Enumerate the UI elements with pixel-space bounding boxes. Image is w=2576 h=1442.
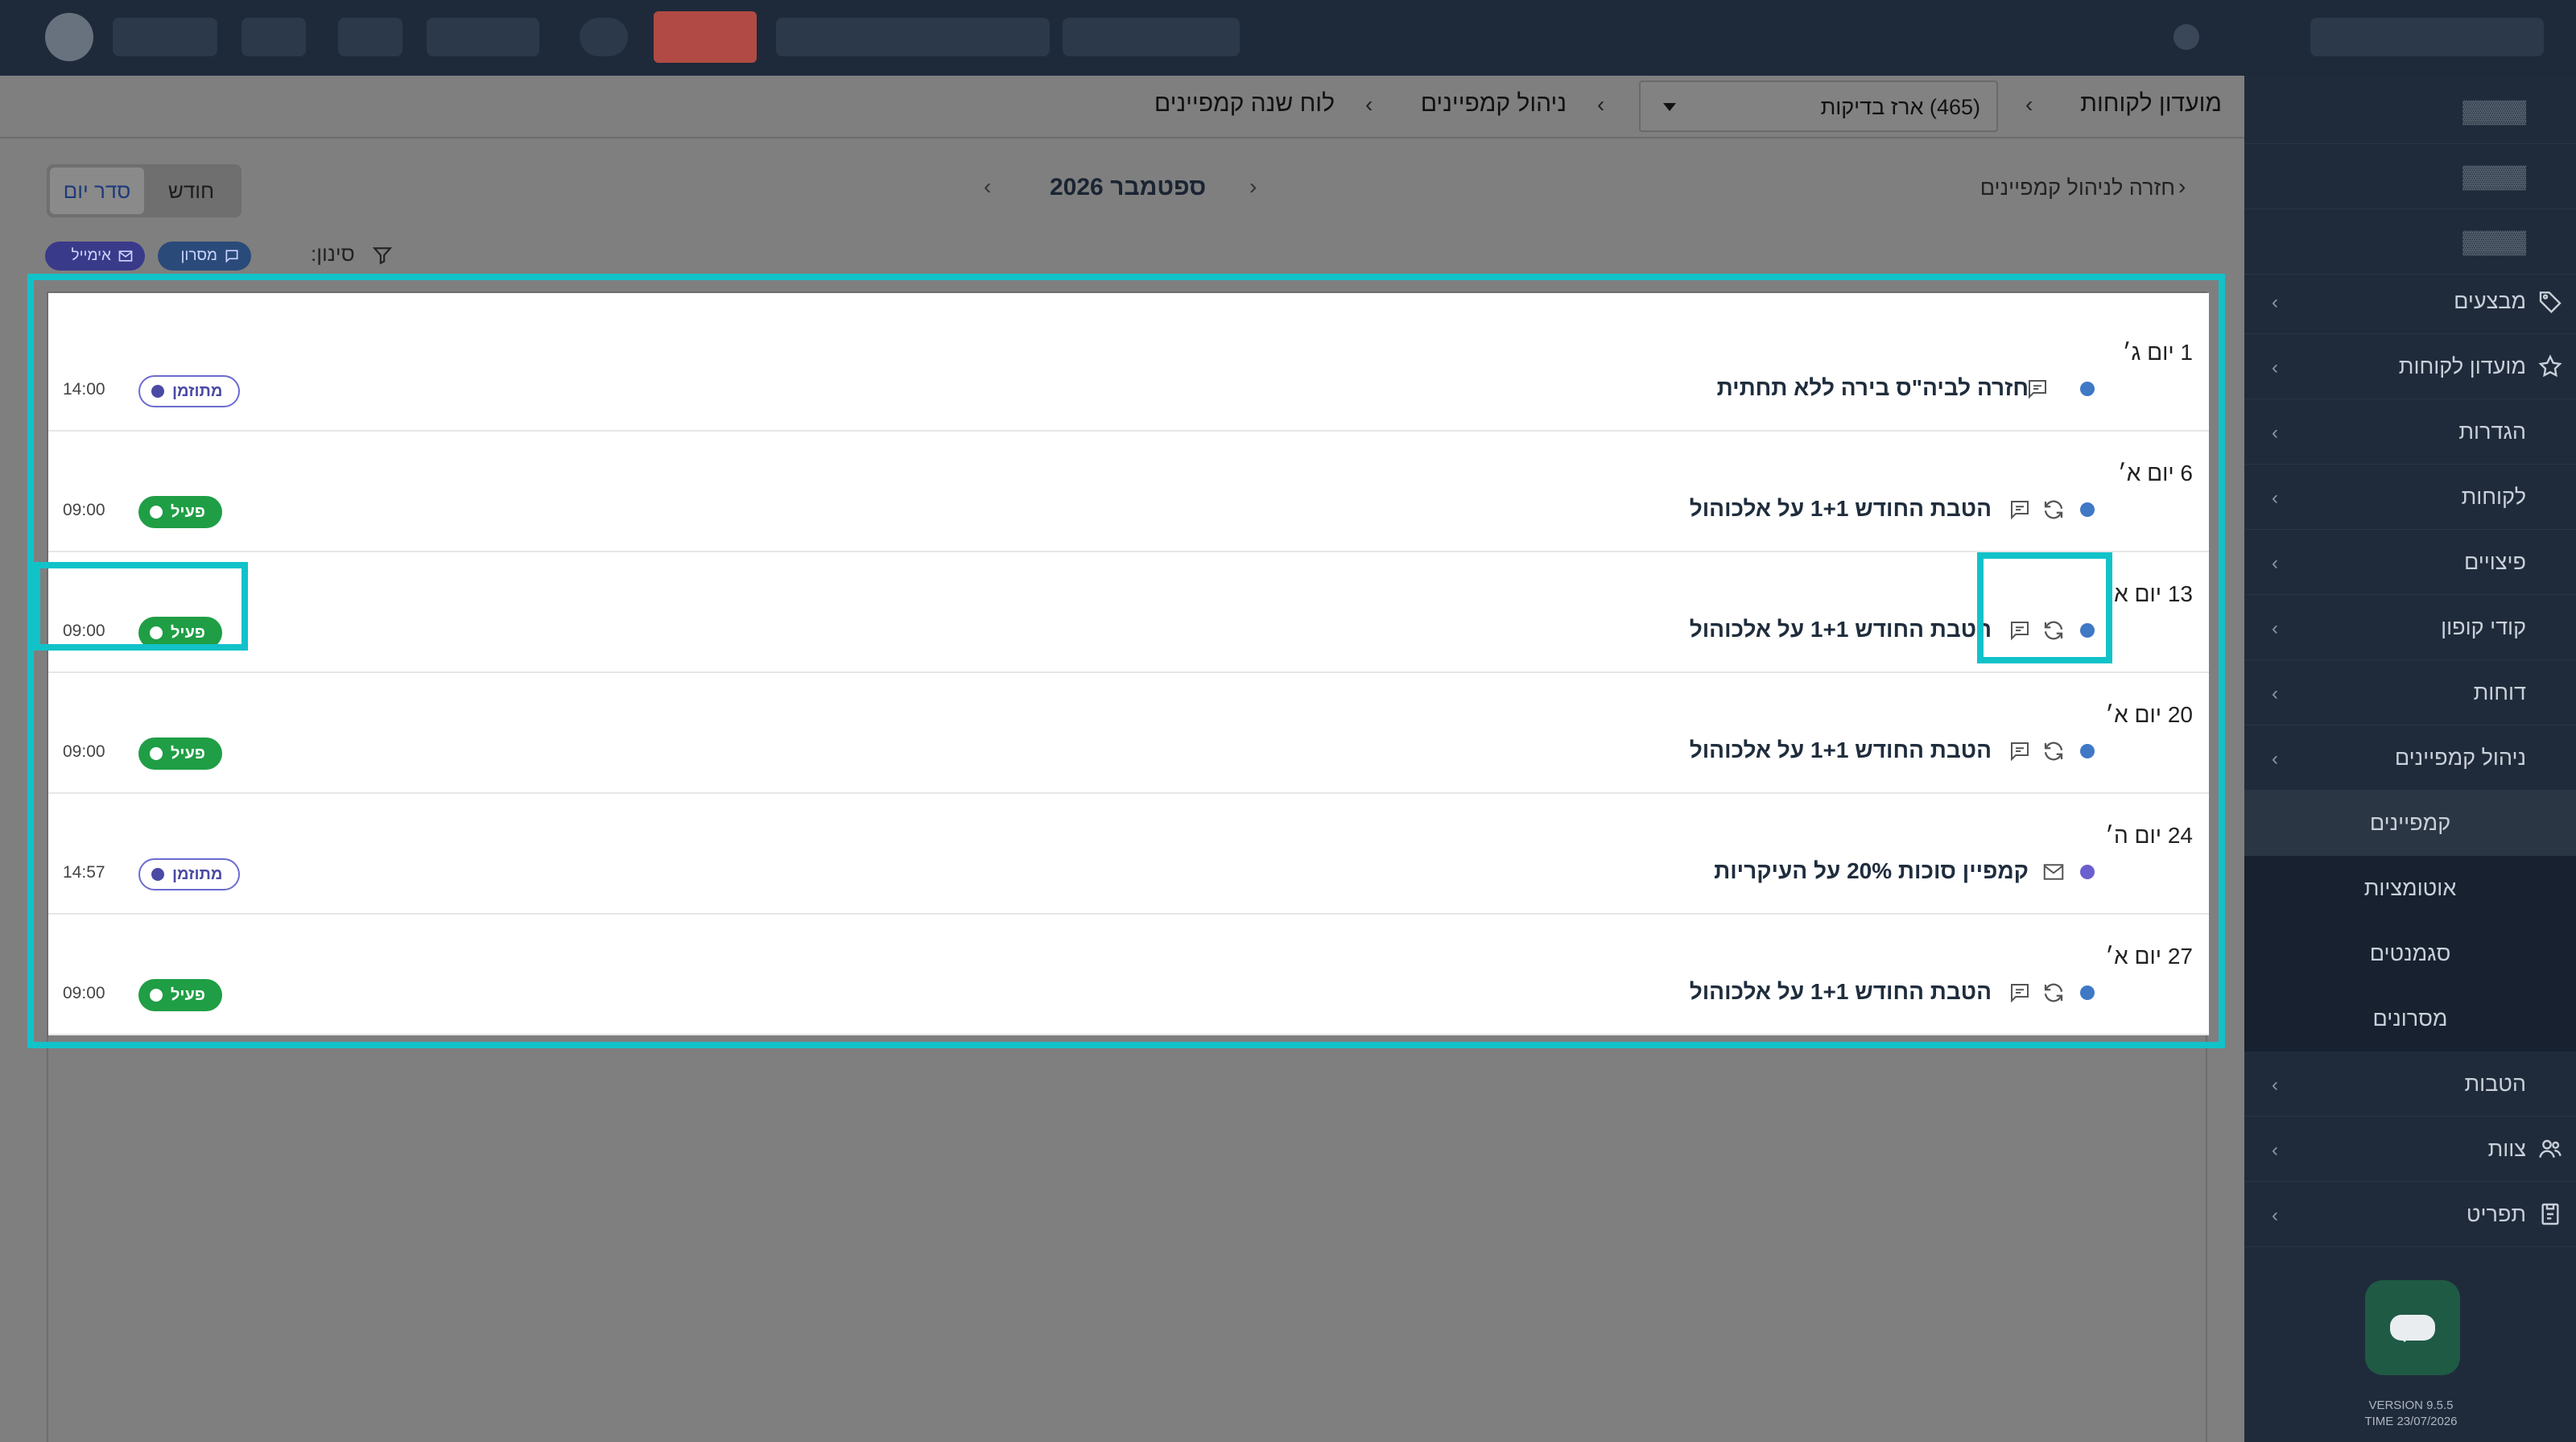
- blurred-nav-item[interactable]: [113, 18, 217, 56]
- sidebar-subitem-sms[interactable]: מסרונים: [2244, 986, 2576, 1052]
- chevron-left-icon: ‹: [1365, 92, 1373, 117]
- star-icon: [2536, 352, 2565, 381]
- sidebar-subitem-segments[interactable]: סגמנטים: [2244, 921, 2576, 986]
- chevron-down-icon: ‹: [2272, 291, 2278, 313]
- sidebar-item-reports[interactable]: ‹ דוחות: [2244, 660, 2576, 725]
- view-toggle: סדר יום חודש: [47, 164, 242, 217]
- sidebar-item-blurred[interactable]: ▓▓▓▓: [2244, 144, 2576, 209]
- menu-book-icon: [2536, 1200, 2565, 1229]
- highlight-status-time: [34, 562, 248, 651]
- sidebar-item-club[interactable]: ‹ מועדון לקוחות: [2244, 334, 2576, 399]
- chevron-down-icon: ‹: [2272, 683, 2278, 704]
- filter-chip-email[interactable]: אימייל: [45, 242, 145, 271]
- mail-icon: [118, 250, 133, 262]
- sidebar-item-settings[interactable]: ‹ הגדרות: [2244, 399, 2576, 465]
- build-time-label: TIME 23/07/2026: [2364, 1415, 2458, 1428]
- chevron-down-icon: ‹: [2272, 357, 2278, 378]
- sidebar-item-team[interactable]: ‹ צוות: [2244, 1117, 2576, 1182]
- blurred-user-menu[interactable]: [2310, 18, 2544, 56]
- view-agenda-button[interactable]: סדר יום: [50, 167, 144, 214]
- blurred-store-name: [776, 18, 1050, 56]
- chevron-down-icon: ‹: [2272, 422, 2278, 444]
- prev-month-button[interactable]: ‹: [984, 174, 991, 200]
- month-title: ספטמבר 2026: [1050, 174, 1207, 200]
- next-month-button[interactable]: ›: [1249, 174, 1257, 200]
- chevron-right-icon[interactable]: ›: [2178, 174, 2186, 200]
- breadcrumb: מועדון לקוחות ‹ (465) ארז בדיקות ‹ ניהול…: [0, 76, 2244, 138]
- blurred-nav-item[interactable]: [580, 18, 628, 56]
- chevron-down-icon: ‹: [2272, 487, 2278, 509]
- highlight-agenda-list: [27, 274, 2225, 1048]
- support-chat-button[interactable]: [2365, 1280, 2460, 1375]
- highlight-event-icons: [1977, 552, 2112, 663]
- blurred-nav-item[interactable]: [242, 18, 306, 56]
- chevron-up-icon: ‹: [2272, 748, 2278, 770]
- blurred-alert-button[interactable]: [654, 11, 757, 63]
- caret-down-icon: [1663, 103, 1676, 118]
- chevron-left-icon: ‹: [2025, 92, 2033, 117]
- sidebar-item-label: מועדון לקוחות: [2398, 353, 2526, 378]
- filter-icon: [372, 247, 393, 265]
- chevron-left-icon: ‹: [1597, 92, 1605, 117]
- back-to-campaigns-link[interactable]: חזרה לניהול קמפיינים: [1980, 176, 2175, 200]
- filter-label: סינון:: [311, 242, 355, 266]
- breadcrumb-campaign-management[interactable]: ניהול קמפיינים: [1421, 90, 1567, 118]
- chat-icon: [2390, 1315, 2435, 1342]
- chevron-down-icon: ‹: [2272, 618, 2278, 639]
- sidebar-subitem-campaigns[interactable]: קמפיינים: [2244, 791, 2576, 856]
- blurred-nav-item[interactable]: [338, 18, 402, 56]
- chevron-down-icon: ‹: [2272, 552, 2278, 574]
- store-select-value: (465) ארז בדיקות: [1820, 95, 1980, 119]
- chevron-down-icon: ‹: [2272, 1074, 2278, 1096]
- sidebar-item-benefits[interactable]: ‹ הטבות: [2244, 1052, 2576, 1117]
- sidebar-item-blurred[interactable]: ▓▓▓▓: [2244, 209, 2576, 275]
- sidebar-item-menu[interactable]: ‹ תפריט: [2244, 1182, 2576, 1247]
- sidebar-item-label: מבצעים: [2454, 288, 2526, 313]
- breadcrumb-calendar: לוח שנה קמפיינים: [1154, 90, 1335, 117]
- sidebar-item-campaign-management[interactable]: ‹ ניהול קמפיינים: [2244, 725, 2576, 791]
- sidebar-item-deals[interactable]: ‹ מבצעים: [2244, 269, 2576, 334]
- top-bar: [0, 0, 2576, 76]
- version-label: VERSION 9.5.5: [2368, 1399, 2454, 1412]
- version-info: VERSION 9.5.5 TIME 23/07/2026: [2326, 1398, 2496, 1430]
- sidebar-item-coupons[interactable]: ‹ קודי קופון: [2244, 595, 2576, 660]
- people-icon: [2536, 1134, 2565, 1163]
- chevron-down-icon: ‹: [2272, 1204, 2278, 1226]
- chip-label: אימייל: [71, 247, 111, 264]
- sidebar-item-blurred[interactable]: ▓▓▓▓: [2244, 79, 2576, 144]
- message-icon: [225, 250, 238, 263]
- blurred-nav-item[interactable]: [427, 18, 539, 56]
- filter-chip-sms[interactable]: מסרון: [158, 242, 251, 271]
- chevron-down-icon: ‹: [2272, 1139, 2278, 1161]
- filter-row: סינון: מסרון אימייל: [45, 242, 393, 274]
- sidebar-item-customers[interactable]: ‹ לקוחות: [2244, 465, 2576, 530]
- view-month-button[interactable]: חודש: [144, 167, 238, 214]
- sidebar: ▓▓▓▓ ▓▓▓▓ ▓▓▓▓ ‹ מבצעים ‹ מועדון לקוחות …: [2244, 76, 2576, 1442]
- blurred-store-info: [1063, 18, 1240, 56]
- store-select[interactable]: (465) ארז בדיקות: [1639, 81, 1998, 132]
- sidebar-subitem-automations[interactable]: אוטומציות: [2244, 856, 2576, 921]
- chip-label: מסרון: [180, 247, 217, 264]
- app-logo: [45, 13, 93, 61]
- notification-icon[interactable]: [2174, 24, 2199, 50]
- breadcrumb-club[interactable]: מועדון לקוחות: [2080, 90, 2222, 118]
- sidebar-item-compensations[interactable]: ‹ פיצויים: [2244, 530, 2576, 595]
- tag-icon: [2536, 287, 2565, 316]
